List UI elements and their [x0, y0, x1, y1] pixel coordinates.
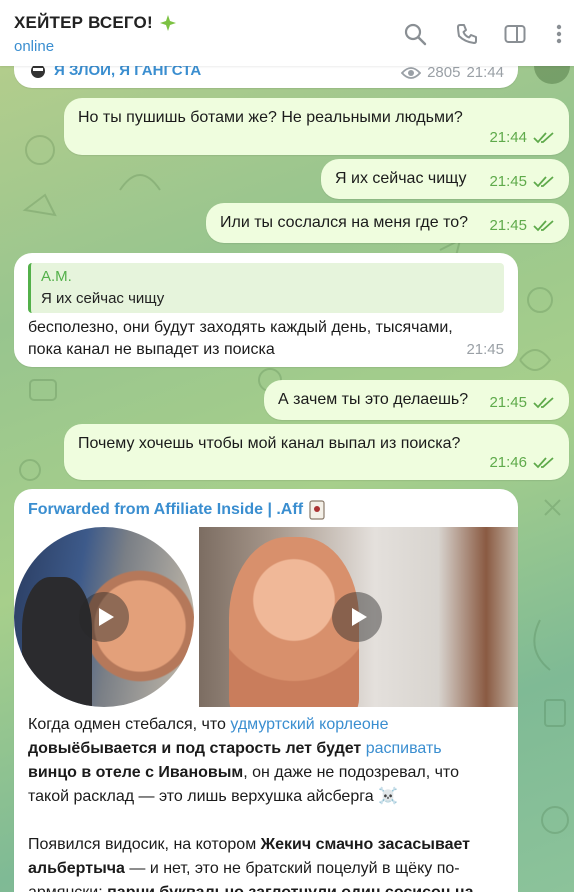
- message-meta: 21:44: [489, 127, 555, 149]
- views-eye-icon: [401, 67, 422, 79]
- double-check-icon: [533, 457, 554, 469]
- phone-icon[interactable]: [455, 22, 479, 46]
- chat-title-wrap[interactable]: ХЕЙТЕР ВСЕГО!: [14, 13, 177, 33]
- message-time: 21:45: [489, 394, 527, 411]
- chat-status: online: [14, 38, 55, 55]
- message-time: 21:45: [489, 217, 527, 234]
- message-text-line: бесполезно, они будут заходять каждый де…: [28, 319, 453, 336]
- outgoing-message[interactable]: Я их сейчас чищу 21:45: [321, 159, 569, 199]
- inline-link[interactable]: удмуртский корлеоне: [230, 716, 388, 733]
- chat-title[interactable]: ХЕЙТЕР ВСЕГО!: [14, 13, 153, 33]
- message-text: Я их сейчас чищу: [335, 170, 467, 187]
- text-span: , он даже не подозревал, что: [243, 764, 459, 781]
- message-meta: 21:45: [489, 215, 555, 237]
- play-icon: [352, 608, 367, 626]
- message-meta: 21:46: [489, 452, 555, 474]
- message-text: Почему хочешь чтобы мой канал выпал из п…: [78, 435, 461, 452]
- message-meta: 21:45: [489, 171, 555, 193]
- text-span: такой расклад — это лишь верхушка айсбер…: [28, 788, 398, 805]
- text-span: — и нет, это не братский поцелуй в щёку …: [124, 860, 460, 877]
- forwarded-message[interactable]: Forwarded from Affiliate Inside | .Aff К…: [14, 489, 518, 892]
- text-line: Появился видосик, на котором Жекич смачн…: [28, 833, 508, 857]
- chat-header: ХЕЙТЕР ВСЕГО! online: [0, 0, 574, 66]
- inline-link[interactable]: распивать: [366, 740, 442, 757]
- text-span: Появился видосик, на котором: [28, 836, 261, 853]
- forwarded-from-link[interactable]: Forwarded from Affiliate Inside | .Aff: [28, 499, 303, 521]
- play-button[interactable]: [332, 592, 382, 642]
- text-span: армянски:: [28, 884, 107, 892]
- bold-span: винцо в отеле с Ивановым: [28, 764, 244, 781]
- double-check-icon: [533, 397, 554, 409]
- text-line: довыёбывается и под старость лет будет р…: [28, 737, 508, 761]
- bold-span: Жекич смачно засасывает: [260, 836, 471, 853]
- text-line: альбертыча — и нет, это не братский поце…: [28, 857, 508, 881]
- reply-author: A.M.: [41, 268, 72, 285]
- reply-text: Я их сейчас чищу: [41, 290, 165, 307]
- search-icon[interactable]: [403, 22, 427, 46]
- message-text: А зачем ты это делаешь?: [278, 391, 469, 408]
- video-attachment[interactable]: [199, 527, 518, 707]
- message-time: 21:45: [466, 341, 504, 358]
- text-line: такой расклад — это лишь верхушка айсбер…: [28, 785, 508, 809]
- outgoing-message[interactable]: Или ты сослался на меня где то? 21:45: [206, 203, 569, 243]
- green-sparkle-icon: [159, 15, 176, 31]
- play-button[interactable]: [79, 592, 129, 642]
- forwarded-header[interactable]: Forwarded from Affiliate Inside | .Aff: [28, 499, 325, 521]
- bold-span: парни буквально заглотнули один сосисон …: [107, 884, 473, 892]
- message-meta: 21:45: [489, 392, 555, 414]
- double-check-icon: [533, 220, 554, 232]
- double-check-icon: [533, 132, 554, 144]
- message-time: 21:45: [489, 173, 527, 190]
- message-text: Или ты сослался на меня где то?: [220, 214, 469, 231]
- sidebar-toggle-icon[interactable]: [503, 22, 527, 46]
- card-emoji-icon: [309, 500, 325, 520]
- incoming-message[interactable]: A.M. Я их сейчас чищу бесполезно, они бу…: [14, 253, 518, 367]
- message-text-line: пока канал не выпадет из поиска: [28, 341, 275, 358]
- message-text: Но ты пушишь ботами же? Не реальными люд…: [78, 109, 463, 126]
- message-meta: 21:45: [466, 339, 504, 361]
- text-line: Когда одмен стебался, что удмуртский кор…: [28, 713, 508, 737]
- bold-span: довыёбывается и под старость лет будет: [28, 740, 366, 757]
- outgoing-message[interactable]: Но ты пушишь ботами же? Не реальными люд…: [64, 98, 569, 155]
- text-line: армянски: парни буквально заглотнули оди…: [28, 881, 508, 892]
- message-time: 21:46: [489, 454, 527, 471]
- double-check-icon: [533, 176, 554, 188]
- play-icon: [99, 608, 114, 626]
- message-time: 21:44: [489, 129, 527, 146]
- round-video-message[interactable]: [14, 527, 194, 707]
- bold-span: альбертыча: [28, 860, 125, 877]
- reply-quote[interactable]: A.M. Я их сейчас чищу: [28, 263, 504, 313]
- forwarded-text: Когда одмен стебался, что удмуртский кор…: [28, 713, 508, 892]
- text-line: винцо в отеле с Ивановым, он даже не под…: [28, 761, 508, 785]
- outgoing-message[interactable]: А зачем ты это делаешь? 21:45: [264, 380, 569, 420]
- video-person-left: [22, 577, 92, 707]
- outgoing-message[interactable]: Почему хочешь чтобы мой канал выпал из п…: [64, 424, 569, 480]
- more-menu-icon[interactable]: [547, 22, 571, 46]
- text-span: Когда одмен стебался, что: [28, 716, 231, 733]
